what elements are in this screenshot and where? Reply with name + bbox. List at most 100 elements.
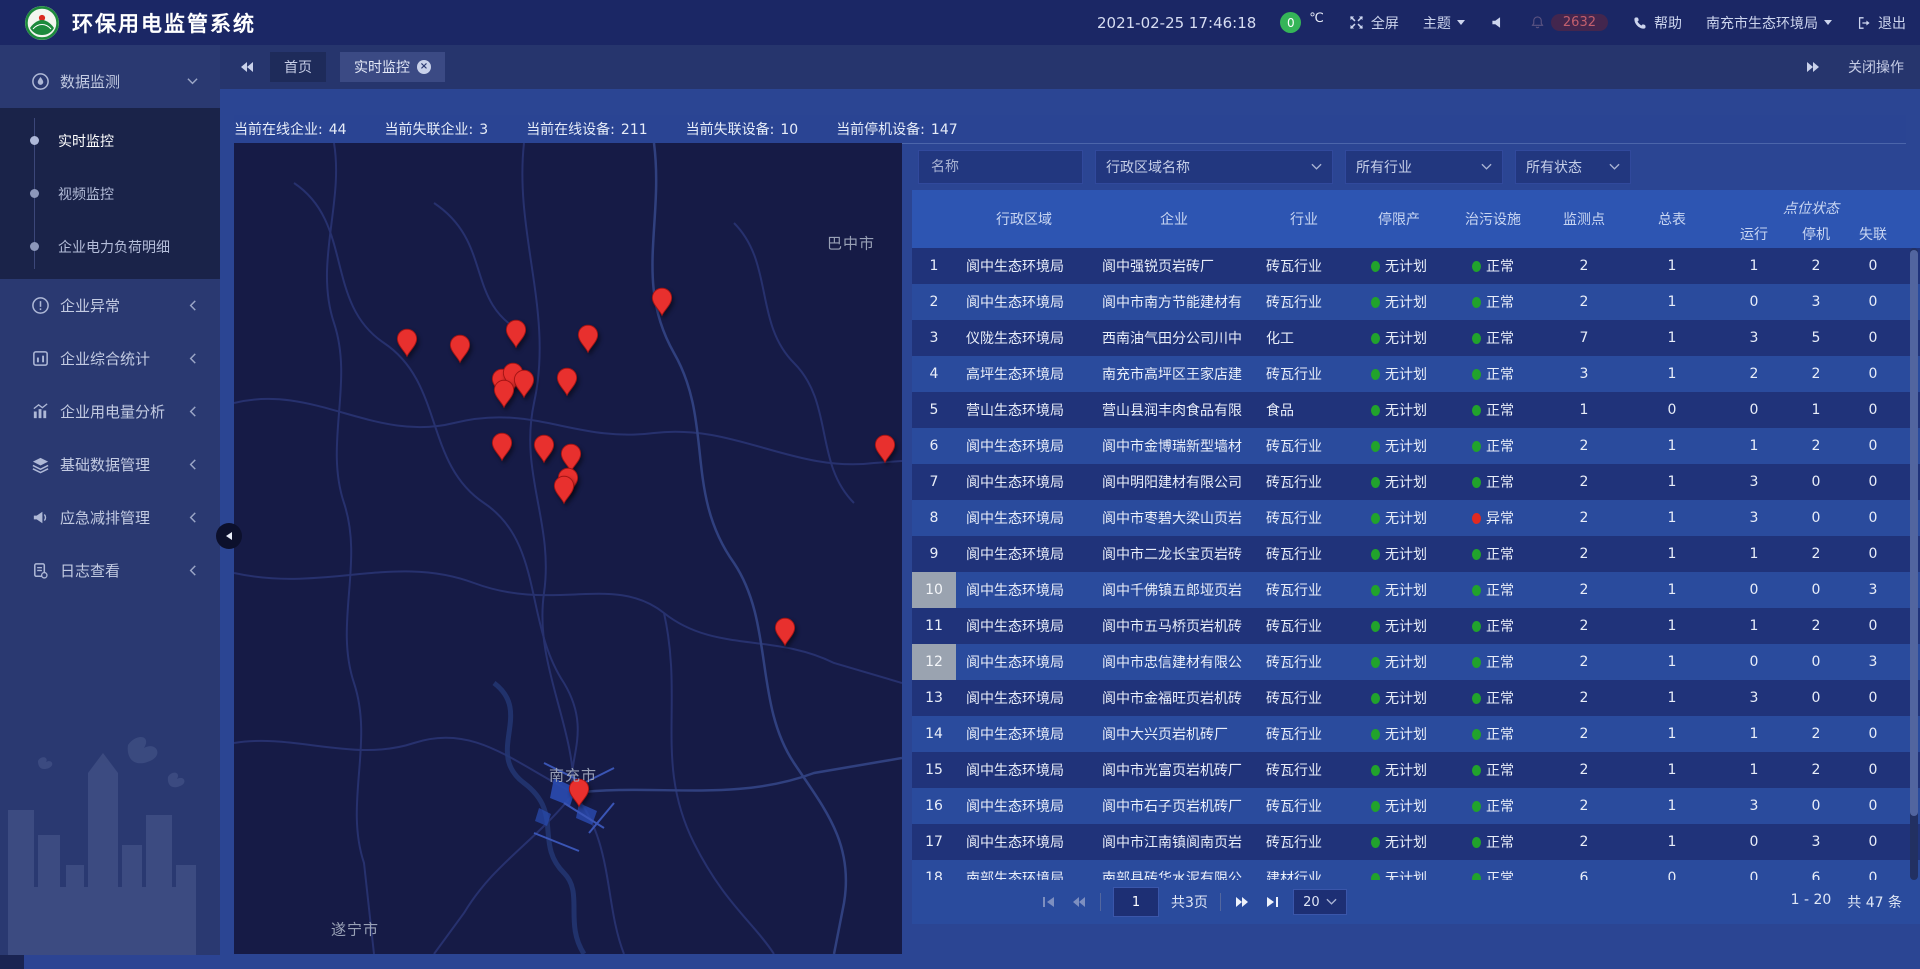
- sidebar-group-enterprise-statistics[interactable]: 企业综合统计: [0, 332, 220, 385]
- cell-halt: 6: [1792, 870, 1840, 880]
- notification-badge[interactable]: 2632: [1530, 14, 1608, 31]
- map-marker[interactable]: [874, 434, 896, 464]
- status-dot-green: [1472, 477, 1481, 488]
- next-page-button[interactable]: [1233, 893, 1251, 911]
- region-filter-select[interactable]: 行政区域名称: [1095, 150, 1333, 184]
- close-operations-button[interactable]: 关闭操作: [1848, 57, 1904, 77]
- cell-total: 1: [1628, 654, 1716, 670]
- map-marker[interactable]: [449, 334, 471, 364]
- tab-home[interactable]: 首页: [270, 52, 326, 82]
- sound-button[interactable]: [1489, 14, 1506, 31]
- map-marker[interactable]: [491, 432, 513, 462]
- table-row[interactable]: 2阆中生态环境局阆中市南方节能建材有砖瓦行业无计划正常21030: [912, 284, 1920, 320]
- sidebar-item-video-monitor[interactable]: 视频监控: [0, 167, 220, 220]
- tabs-scroll-right-button[interactable]: [1804, 58, 1822, 76]
- table-row[interactable]: 4高坪生态环境局南充市高坪区王家店建砖瓦行业无计划正常31220: [912, 356, 1920, 392]
- sidebar-group-data-monitoring[interactable]: 数据监测: [0, 55, 220, 108]
- table-row[interactable]: 13阆中生态环境局阆中市金福旺页岩机砖砖瓦行业无计划正常21300: [912, 680, 1920, 716]
- cell-facility: 正常: [1446, 832, 1540, 852]
- table-row[interactable]: 7阆中生态环境局阆中明阳建材有限公司砖瓦行业无计划正常21300: [912, 464, 1920, 500]
- map-marker[interactable]: [651, 287, 673, 317]
- stat-item: 当前停机设备:147: [836, 119, 957, 139]
- stop-plan-text: 无计划: [1385, 508, 1427, 528]
- status-dot-green: [1371, 765, 1380, 776]
- page-number-input[interactable]: [1113, 887, 1159, 917]
- map-city-label: 遂宁市: [331, 919, 379, 940]
- table-row[interactable]: 17阆中生态环境局阆中市江南镇阆南页岩砖瓦行业无计划正常21030: [912, 824, 1920, 860]
- name-filter-input[interactable]: [929, 158, 1072, 176]
- facility-text: 正常: [1486, 652, 1514, 672]
- table-row[interactable]: 8阆中生态环境局阆中市枣碧大梁山页岩砖瓦行业无计划异常21300: [912, 500, 1920, 536]
- table-row[interactable]: 12阆中生态环境局阆中市忠信建材有限公砖瓦行业无计划正常21003: [912, 644, 1920, 680]
- cell-industry: 砖瓦行业: [1256, 508, 1352, 528]
- facility-text: 正常: [1486, 688, 1514, 708]
- status-dot-green: [1472, 837, 1481, 848]
- map-canvas[interactable]: 巴中市南充市遂宁市: [234, 143, 902, 954]
- sidebar-group-emergency-reduction[interactable]: 应急减排管理: [0, 491, 220, 544]
- map-marker[interactable]: [513, 369, 535, 399]
- sidebar-group-log-view[interactable]: 日志查看: [0, 544, 220, 597]
- cell-facility: 正常: [1446, 400, 1540, 420]
- table-row[interactable]: 9阆中生态环境局阆中市二龙长宝页岩砖砖瓦行业无计划正常21120: [912, 536, 1920, 572]
- cell-facility: 正常: [1446, 796, 1540, 816]
- map-marker[interactable]: [396, 328, 418, 358]
- scrollbar-thumb[interactable]: [1910, 250, 1918, 816]
- table-row[interactable]: 1阆中生态环境局阆中强锐页岩砖厂砖瓦行业无计划正常21120: [912, 248, 1920, 284]
- map-marker[interactable]: [774, 617, 796, 647]
- sidebar-item-power-load-detail[interactable]: 企业电力负荷明细: [0, 220, 220, 273]
- stop-plan-text: 无计划: [1385, 616, 1427, 636]
- map-marker[interactable]: [493, 379, 515, 409]
- sidebar-item-realtime-monitor[interactable]: 实时监控: [0, 114, 220, 167]
- tabs-scroll-left-button[interactable]: [238, 58, 256, 76]
- table-row[interactable]: 18南部生态环境局南部县砖华水泥有限公建材行业无计划正常60060: [912, 860, 1920, 880]
- org-dropdown[interactable]: 南充市生态环境局: [1706, 13, 1832, 33]
- speaker-icon: [1489, 14, 1506, 31]
- table-row[interactable]: 15阆中生态环境局阆中市光富页岩机砖厂砖瓦行业无计划正常21120: [912, 752, 1920, 788]
- stats-panel-icon: [30, 349, 50, 369]
- tab-close-icon[interactable]: ×: [417, 60, 431, 74]
- table-row[interactable]: 14阆中生态环境局阆中大兴页岩机砖厂砖瓦行业无计划正常21120: [912, 716, 1920, 752]
- map-marker[interactable]: [556, 367, 578, 397]
- logout-button[interactable]: 退出: [1856, 13, 1906, 33]
- status-dot-red: [1472, 513, 1481, 524]
- panel-collapse-button[interactable]: [216, 523, 242, 549]
- status-dot-green: [1371, 729, 1380, 740]
- table-row[interactable]: 3仪陇生态环境局西南油气田分公司川中化工无计划正常71350: [912, 320, 1920, 356]
- chevron-left-icon: [186, 406, 198, 418]
- sidebar-group-power-analysis[interactable]: 企业用电量分析: [0, 385, 220, 438]
- fullscreen-button[interactable]: 全屏: [1348, 13, 1399, 33]
- first-page-button[interactable]: [1040, 893, 1058, 911]
- map-marker[interactable]: [553, 475, 575, 505]
- table-row[interactable]: 6阆中生态环境局阆中市金博瑞新型墙材砖瓦行业无计划正常21120: [912, 428, 1920, 464]
- column-header-total: 总表: [1628, 209, 1716, 229]
- table-row[interactable]: 5营山生态环境局营山县润丰肉食品有限食品无计划正常10010: [912, 392, 1920, 428]
- table-row[interactable]: 16阆中生态环境局阆中市石子页岩机砖厂砖瓦行业无计划正常21300: [912, 788, 1920, 824]
- column-header-company: 企业: [1092, 209, 1256, 229]
- status-dot-green: [1371, 405, 1380, 416]
- cell-no: 4: [912, 356, 956, 392]
- cell-stop-plan: 无计划: [1352, 544, 1446, 564]
- last-page-button[interactable]: [1263, 893, 1281, 911]
- sidebar-group-enterprise-abnormal[interactable]: 企业异常: [0, 279, 220, 332]
- cell-total: 1: [1628, 726, 1716, 742]
- industry-filter-select[interactable]: 所有行业: [1345, 150, 1503, 184]
- map-city-label: 巴中市: [827, 233, 875, 254]
- cell-total: 1: [1628, 438, 1716, 454]
- map-marker[interactable]: [533, 434, 555, 464]
- cell-facility: 正常: [1446, 652, 1540, 672]
- tab-realtime-monitor[interactable]: 实时监控 ×: [340, 52, 445, 82]
- page-size-select[interactable]: 20: [1293, 889, 1347, 915]
- help-button[interactable]: 帮助: [1632, 13, 1682, 33]
- table-row[interactable]: 10阆中生态环境局阆中千佛镇五郎垭页岩砖瓦行业无计划正常21003: [912, 572, 1920, 608]
- cell-lost: 0: [1840, 294, 1906, 310]
- theme-dropdown[interactable]: 主题: [1423, 13, 1465, 33]
- prev-page-button[interactable]: [1070, 893, 1088, 911]
- cell-region: 阆中生态环境局: [956, 472, 1092, 492]
- map-marker[interactable]: [577, 324, 599, 354]
- cell-run: 1: [1716, 618, 1792, 634]
- chevron-down-icon: [186, 76, 198, 88]
- sidebar-group-base-data[interactable]: 基础数据管理: [0, 438, 220, 491]
- map-marker[interactable]: [505, 319, 527, 349]
- table-row[interactable]: 11阆中生态环境局阆中市五马桥页岩机砖砖瓦行业无计划正常21120: [912, 608, 1920, 644]
- status-filter-select[interactable]: 所有状态: [1515, 150, 1631, 184]
